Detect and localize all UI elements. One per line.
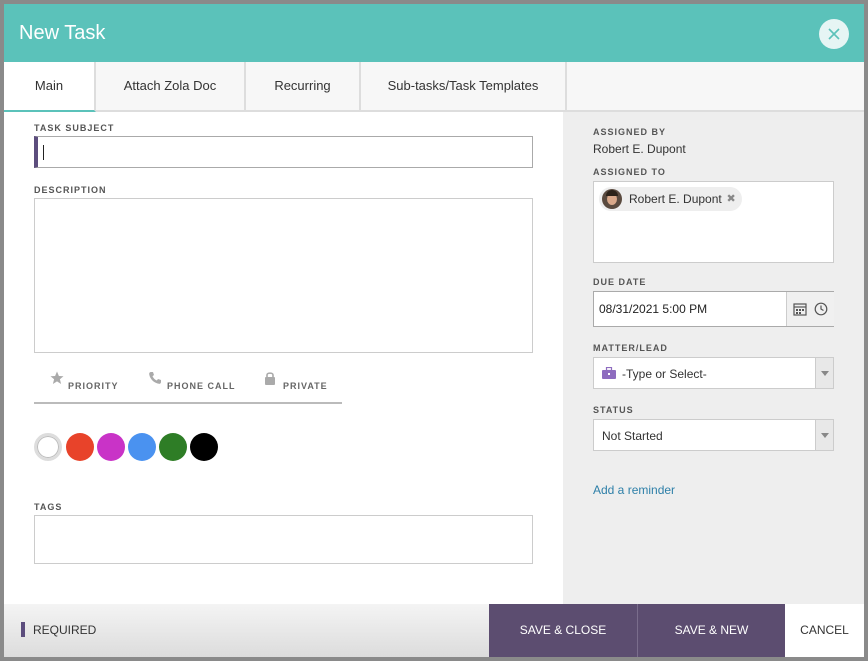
tab-attach-zola-doc[interactable]: Attach Zola Doc [96,62,246,110]
due-date-value: 08/31/2021 5:00 PM [599,302,708,316]
clock-icon[interactable] [814,302,828,316]
matter-lead-select[interactable]: -Type or Select- [593,357,834,389]
private-label: PRIVATE [283,381,328,391]
assigned-to-label: ASSIGNED TO [593,167,666,177]
assignee-chip: Robert E. Dupont ✖ [599,187,742,211]
phone-call-toggle[interactable]: PHONE CALL [148,371,238,391]
description-textarea[interactable] [34,198,533,353]
new-task-modal: New Task Main Attach Zola Doc Recurring … [4,4,864,657]
tags-input[interactable] [34,515,533,564]
text-caret [43,145,44,160]
task-flags: PRIORITY PHONE CALL PRIVATE [34,364,342,404]
color-swatch-white[interactable] [34,433,62,461]
status-label: STATUS [593,405,634,415]
save-new-button[interactable]: SAVE & NEW [638,604,785,657]
modal-header: New Task [4,4,864,62]
status-value: Not Started [602,429,663,443]
required-indicator [21,622,25,637]
priority-label: PRIORITY [68,381,119,391]
close-icon [828,28,840,40]
tab-bar: Main Attach Zola Doc Recurring Sub-tasks… [4,62,864,112]
status-select[interactable]: Not Started [593,419,834,451]
phone-call-label: PHONE CALL [167,381,236,391]
task-subject-label: TASK SUBJECT [34,123,115,133]
chevron-down-icon[interactable] [815,420,833,450]
tab-main[interactable]: Main [4,62,96,112]
color-swatch-blue[interactable] [128,433,156,461]
private-toggle[interactable]: PRIVATE [263,371,333,391]
details-panel: ASSIGNED BY Robert E. Dupont ASSIGNED TO… [563,112,864,604]
save-close-button[interactable]: SAVE & CLOSE [489,604,638,657]
due-date-label: DUE DATE [593,277,647,287]
add-reminder-link[interactable]: Add a reminder [593,483,675,497]
required-label: REQUIRED [33,623,97,637]
star-icon [50,371,64,384]
assigned-to-input[interactable]: Robert E. Dupont ✖ [593,181,834,263]
assigned-by-value: Robert E. Dupont [593,142,686,156]
tab-recurring[interactable]: Recurring [246,62,361,110]
date-picker-buttons [786,292,834,326]
lock-icon [265,372,275,385]
description-label: DESCRIPTION [34,185,107,195]
briefcase-icon [602,367,616,379]
tab-subtasks-templates[interactable]: Sub-tasks/Task Templates [361,62,567,110]
chevron-down-icon[interactable] [815,358,833,388]
color-swatch-black[interactable] [190,433,218,461]
assigned-by-label: ASSIGNED BY [593,127,667,137]
color-swatch-green[interactable] [159,433,187,461]
assignee-name: Robert E. Dupont [629,192,722,206]
tags-label: TAGS [34,502,63,512]
remove-assignee-icon[interactable]: ✖ [727,187,736,211]
priority-toggle[interactable]: PRIORITY [50,371,120,391]
matter-lead-placeholder: -Type or Select- [622,367,707,381]
calendar-icon[interactable] [793,302,807,316]
modal-footer: REQUIRED SAVE & CLOSE SAVE & NEW CANCEL [4,604,864,657]
avatar [602,189,622,209]
modal-title: New Task [19,22,106,44]
matter-lead-label: MATTER/LEAD [593,343,668,353]
cancel-button[interactable]: CANCEL [785,604,864,657]
phone-icon [149,372,161,384]
due-date-input[interactable]: 08/31/2021 5:00 PM [593,291,834,327]
color-swatch-red[interactable] [66,433,94,461]
close-button[interactable] [819,19,849,49]
color-swatch-magenta[interactable] [97,433,125,461]
task-subject-input[interactable] [34,136,533,168]
